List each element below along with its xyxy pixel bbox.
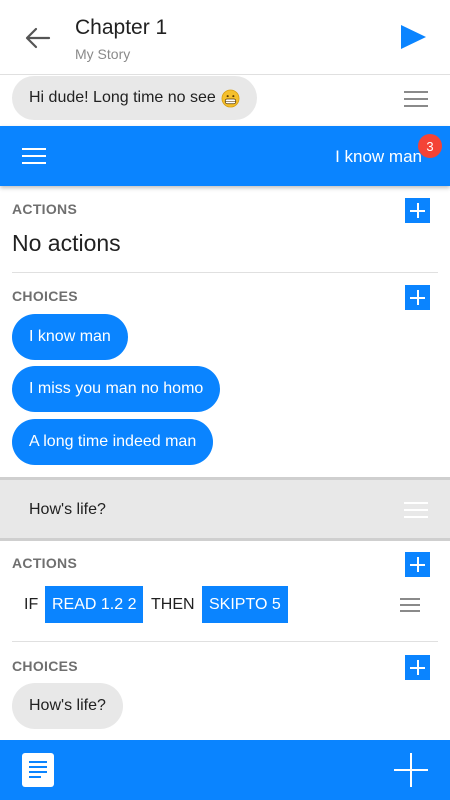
add-choice-button[interactable] — [405, 285, 430, 310]
add-choice-button[interactable] — [405, 655, 430, 680]
message-text: How's life? — [29, 501, 106, 518]
page-title: Chapter 1 — [75, 16, 168, 39]
choices-label: CHOICES — [12, 658, 78, 674]
choice-item[interactable]: A long time indeed man — [12, 419, 214, 465]
selected-message-bar[interactable]: I know man 3 — [0, 126, 450, 186]
drag-handle-icon[interactable] — [400, 598, 420, 614]
choices-label: CHOICES — [12, 288, 78, 304]
drag-handle-icon[interactable] — [404, 502, 428, 518]
app-bar: Chapter 1 My Story — [0, 0, 450, 74]
no-actions-text: No actions — [12, 230, 121, 256]
if-keyword: IF — [24, 596, 39, 613]
message-row[interactable]: Hi dude! Long time no see — [0, 74, 450, 126]
then-keyword: THEN — [151, 596, 195, 613]
grinning-face-emoji-icon — [221, 89, 240, 107]
document-icon[interactable] — [22, 753, 54, 787]
condition-row[interactable]: IF READ 1.2 2 THEN SKIPTO 5 — [0, 586, 450, 624]
actions-label: ACTIONS — [12, 201, 78, 217]
choice-item[interactable]: How's life? — [12, 683, 123, 729]
arrow-left-icon[interactable] — [22, 22, 54, 54]
divider — [12, 272, 438, 273]
play-icon[interactable] — [398, 22, 428, 52]
page-subtitle: My Story — [75, 46, 131, 62]
message-text: Hi dude! Long time no see — [29, 89, 216, 106]
count-badge: 3 — [418, 134, 442, 158]
message-bubble[interactable]: Hi dude! Long time no see — [12, 76, 257, 120]
back-arrow-glyph — [25, 27, 51, 49]
menu-icon[interactable] — [22, 148, 46, 164]
divider — [12, 641, 438, 642]
selected-message-text: I know man — [335, 147, 422, 166]
add-action-button[interactable] — [405, 552, 430, 577]
bottom-bar — [0, 740, 450, 800]
play-glyph — [401, 25, 426, 49]
message-row[interactable]: How's life? — [0, 477, 450, 541]
plus-icon[interactable] — [394, 753, 428, 787]
choice-item[interactable]: I know man — [12, 314, 128, 360]
choice-item[interactable]: I miss you man no homo — [12, 366, 221, 412]
add-action-button[interactable] — [405, 198, 430, 223]
title-group: Chapter 1 My Story — [75, 15, 167, 62]
drag-handle-icon[interactable] — [404, 91, 428, 107]
condition-chip[interactable]: READ 1.2 2 — [45, 586, 144, 623]
action-chip[interactable]: SKIPTO 5 — [202, 586, 288, 623]
actions-label: ACTIONS — [12, 555, 78, 571]
